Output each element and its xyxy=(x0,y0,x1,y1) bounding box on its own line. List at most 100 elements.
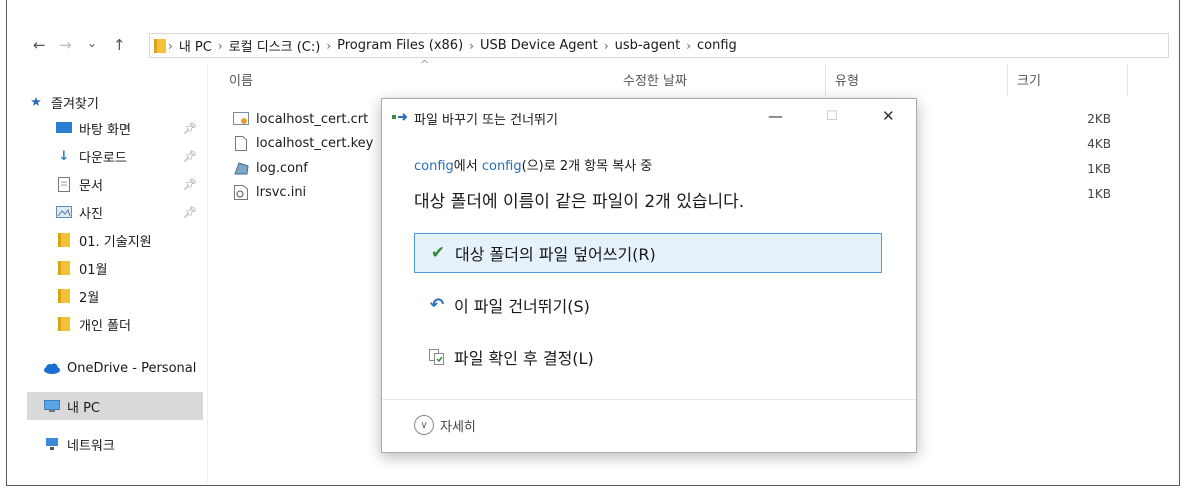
column-header-type[interactable]: 유형 xyxy=(835,70,859,96)
column-separator xyxy=(1007,64,1008,96)
conflict-heading: 대상 폴더에 이름이 같은 파일이 2개 있습니다. xyxy=(414,192,745,212)
file-row[interactable]: lrsvc.ini xyxy=(232,180,306,204)
column-separator xyxy=(825,64,826,96)
skip-files-option[interactable]: ↶ 이 파일 건너뛰기(S) xyxy=(414,285,882,325)
cloud-icon xyxy=(43,361,61,375)
document-icon xyxy=(55,176,73,192)
file-row[interactable]: localhost_cert.crt xyxy=(232,107,368,131)
replace-files-option[interactable]: ✔ 대상 폴더의 파일 덮어쓰기(R) xyxy=(414,233,882,273)
sidebar-item-label: 다운로드 xyxy=(79,150,127,166)
file-size: 1KB xyxy=(1087,187,1111,201)
sidebar-item-label: 01. 기술지원 xyxy=(79,234,152,250)
star-icon: ★ xyxy=(30,94,42,110)
sidebar-item-favorites[interactable]: ★ 즐겨찾기 xyxy=(27,90,227,114)
sidebar-item-label: 내 PC xyxy=(67,400,101,416)
column-separator xyxy=(1127,64,1128,96)
sidebar-item-folder[interactable]: 01월 xyxy=(55,256,207,280)
copy-status-mid: 에서 xyxy=(453,159,482,174)
chevron-right-icon: › xyxy=(168,38,173,53)
pin-icon: 📌︎ xyxy=(183,149,197,163)
sidebar-item-label: 문서 xyxy=(79,178,103,194)
compare-files-option[interactable]: 파일 확인 후 결정(L) xyxy=(414,337,882,377)
file-size: 4KB xyxy=(1087,137,1111,151)
breadcrumb-item[interactable]: USB Device Agent xyxy=(480,38,598,53)
sidebar-item-label: 네트워크 xyxy=(67,438,115,454)
sidebar-item-desktop[interactable]: 바탕 화면 📌︎ xyxy=(55,116,207,140)
sidebar-item-label: 바탕 화면 xyxy=(79,122,131,138)
file-name: lrsvc.ini xyxy=(256,184,307,200)
dialog-divider xyxy=(382,399,916,400)
sidebar-item-this-pc[interactable]: 내 PC xyxy=(27,392,203,420)
address-row: ← → ⌄ ↑ › 내 PC › 로컬 디스크 (C:) › Program F… xyxy=(7,30,1179,62)
sidebar-item-label: 즐겨찾기 xyxy=(51,96,99,112)
breadcrumb-item[interactable]: 내 PC xyxy=(179,36,212,55)
pictures-icon xyxy=(55,205,73,219)
chevron-down-icon: ∨ xyxy=(414,415,434,435)
sidebar-item-downloads[interactable]: ↓ 다운로드 📌︎ xyxy=(55,144,207,168)
sort-ascending-icon: ^ xyxy=(420,58,430,71)
sidebar-item-documents[interactable]: 문서 📌︎ xyxy=(55,172,207,196)
column-header-name[interactable]: 이름 xyxy=(229,70,253,96)
close-button[interactable]: ✕ xyxy=(882,107,895,125)
computer-icon xyxy=(43,399,61,413)
minimize-button[interactable]: — xyxy=(768,107,783,125)
file-name: localhost_cert.key xyxy=(256,135,374,151)
column-header-size[interactable]: 크기 xyxy=(1017,70,1041,96)
chevron-right-icon: › xyxy=(469,38,474,53)
more-details-toggle[interactable]: ∨ 자세히 xyxy=(414,415,476,435)
folder-icon xyxy=(154,38,166,53)
sidebar-item-folder[interactable]: 개인 폴더 xyxy=(55,312,207,336)
option-label: 이 파일 건너뛰기(S) xyxy=(454,297,590,316)
sidebar-item-folder[interactable]: 2월 xyxy=(55,284,207,308)
file-row[interactable]: log.conf xyxy=(232,156,308,180)
source-folder-link[interactable]: config xyxy=(414,159,454,174)
sidebar-item-onedrive[interactable]: OneDrive - Personal xyxy=(43,356,207,380)
breadcrumb-item[interactable]: Program Files (x86) xyxy=(337,38,463,53)
dialog-title: 파일 바꾸기 또는 건너뛰기 xyxy=(414,113,558,128)
maximize-button[interactable]: ☐ xyxy=(826,109,838,124)
destination-folder-link[interactable]: config xyxy=(482,159,522,174)
chevron-right-icon: › xyxy=(603,38,609,53)
pin-icon: 📌︎ xyxy=(183,205,197,219)
pane-divider xyxy=(207,64,208,484)
breadcrumb-item[interactable]: usb-agent xyxy=(615,38,681,53)
settings-file-icon xyxy=(232,184,250,200)
sidebar-item-network[interactable]: 네트워크 xyxy=(43,432,207,456)
sidebar-item-folder[interactable]: 01. 기술지원 xyxy=(55,228,207,252)
details-label: 자세히 xyxy=(440,419,476,435)
breadcrumb-item[interactable]: config xyxy=(697,38,737,53)
network-icon xyxy=(43,437,61,451)
file-icon xyxy=(232,135,250,151)
sidebar-item-label: OneDrive - Personal xyxy=(67,360,197,376)
folder-icon xyxy=(55,233,73,247)
sidebar-item-label: 개인 폴더 xyxy=(79,318,131,334)
pin-icon: 📌︎ xyxy=(183,121,197,135)
config-file-icon xyxy=(232,160,250,176)
pin-icon: 📌︎ xyxy=(183,177,197,191)
column-header-modified[interactable]: 수정한 날짜 xyxy=(623,70,687,96)
file-size: 2KB xyxy=(1087,112,1111,126)
back-button[interactable]: ← xyxy=(33,36,46,54)
file-row[interactable]: localhost_cert.key xyxy=(232,131,373,155)
certificate-icon xyxy=(232,111,250,127)
sidebar-item-label: 2월 xyxy=(79,290,100,306)
copy-arrow-icon xyxy=(392,111,408,126)
chevron-right-icon: › xyxy=(686,38,691,53)
copy-status-tail: (으)로 2개 항목 복사 중 xyxy=(521,159,653,174)
sidebar-item-label: 사진 xyxy=(79,206,103,222)
recent-locations-button[interactable]: ⌄ xyxy=(87,36,97,50)
forward-button[interactable]: → xyxy=(59,36,72,54)
file-size: 1KB xyxy=(1087,162,1111,176)
folder-icon xyxy=(55,317,73,331)
folder-icon xyxy=(55,261,73,275)
chevron-right-icon: › xyxy=(217,38,223,53)
up-button[interactable]: ↑ xyxy=(113,36,126,54)
checkmark-icon: ✔ xyxy=(430,243,446,263)
desktop-icon xyxy=(55,121,73,135)
address-bar[interactable]: › 내 PC › 로컬 디스크 (C:) › Program Files (x8… xyxy=(149,33,1169,58)
compare-files-icon xyxy=(426,349,448,365)
navigation-pane: ★ 즐겨찾기 바탕 화면 📌︎ ↓ 다운로드 📌︎ 문서 📌︎ 사진 📌︎ 01… xyxy=(7,80,207,480)
chevron-right-icon: › xyxy=(326,38,332,53)
breadcrumb-item[interactable]: 로컬 디스크 (C:) xyxy=(229,36,321,55)
sidebar-item-pictures[interactable]: 사진 📌︎ xyxy=(55,200,207,224)
